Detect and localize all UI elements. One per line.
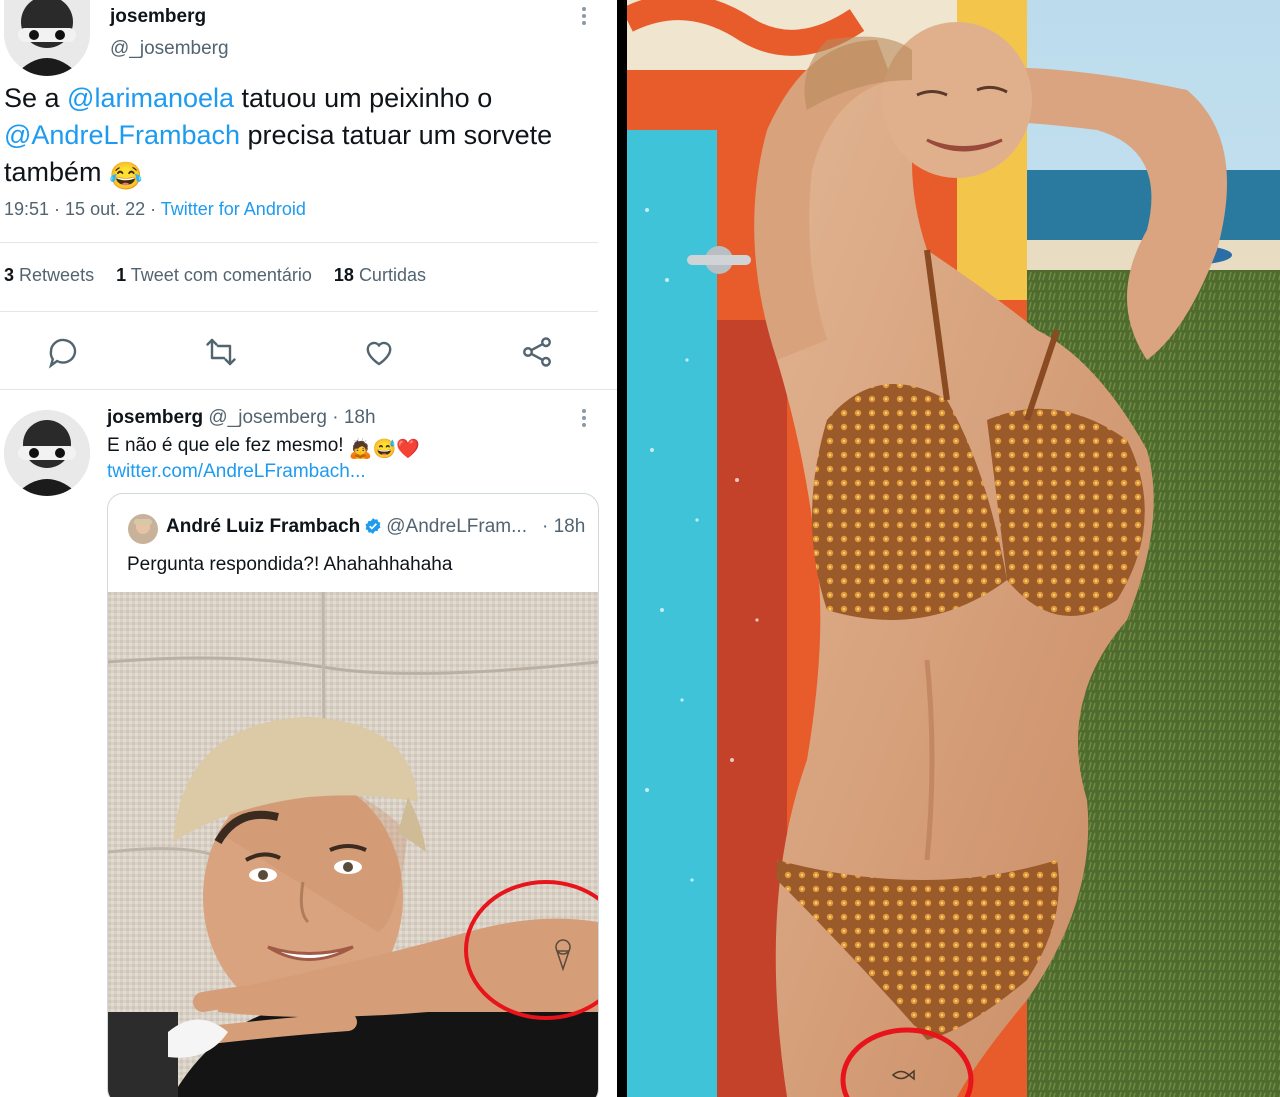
tweet-timestamp[interactable]: 19:51 · 15 out. 22 · — [4, 199, 161, 219]
more-icon[interactable] — [582, 4, 588, 28]
sweat-smile-emoji: 😅 — [372, 439, 397, 460]
verified-icon — [364, 517, 382, 541]
reply-author-avatar[interactable] — [4, 410, 90, 496]
beach-photo — [627, 0, 1280, 1097]
reply-icon[interactable] — [45, 334, 81, 370]
more-icon[interactable] — [582, 406, 588, 430]
author-handle[interactable]: @_josemberg — [110, 38, 229, 60]
quoted-tweet[interactable]: André Luiz Frambach @AndreLFram... · 18h … — [107, 493, 599, 1097]
divider — [0, 389, 617, 390]
quoted-text: Pergunta respondida?! Ahahahhahaha — [127, 554, 453, 575]
reply-age[interactable]: · 18h — [332, 407, 375, 428]
like-icon[interactable] — [361, 334, 397, 370]
tweet-source[interactable]: Twitter for Android — [161, 199, 306, 219]
red-heart-emoji: ❤️ — [396, 439, 420, 460]
author-avatar[interactable] — [4, 0, 90, 76]
retweet-icon[interactable] — [203, 334, 239, 370]
likes-stat[interactable]: 18 Curtidas — [334, 265, 426, 285]
tweet-meta: 19:51 · 15 out. 22 · Twitter for Android — [4, 199, 306, 220]
tears-of-joy-emoji: 😂 — [109, 161, 143, 191]
mention-link[interactable]: @larimanoela — [67, 83, 234, 113]
reply-header: josemberg @_josemberg · 18h — [107, 407, 376, 429]
mention-link[interactable]: @AndreLFrambach — [4, 120, 240, 150]
retweets-stat[interactable]: 3 Retweets — [4, 265, 94, 285]
tweet-panel: josemberg @_josemberg Se a @larimanoela … — [0, 0, 617, 1097]
quotes-stat[interactable]: 1 Tweet com comentário — [116, 265, 312, 285]
divider — [0, 242, 598, 243]
panel-divider — [617, 0, 627, 1097]
reply-text-content: E não é que ele fez mesmo! — [107, 435, 349, 456]
tweet-text: Se a @larimanoela tatuou um peixinho o @… — [4, 80, 604, 195]
quoted-author-handle[interactable]: @AndreLFram... — [386, 516, 527, 537]
quoted-author-name[interactable]: André Luiz Frambach — [166, 516, 360, 537]
reply-author-handle[interactable]: @_josemberg — [208, 407, 327, 428]
quoted-age[interactable]: · 18h — [542, 516, 585, 538]
bowing-emoji: 🙇 — [348, 439, 373, 460]
quoted-header: André Luiz Frambach @AndreLFram... — [166, 516, 527, 541]
tweet-text-segment: Se a — [4, 83, 68, 113]
reply-text: E não é que ele fez mesmo! 🙇😅❤️ — [107, 435, 420, 461]
author-name[interactable]: josemberg — [110, 6, 206, 28]
share-icon[interactable] — [519, 334, 555, 370]
tweet-text-segment: tatuou um peixinho o — [234, 83, 493, 113]
reply-author-name[interactable]: josemberg — [107, 407, 203, 428]
tweet-stats: 3 Retweets 1 Tweet com comentário 18 Cur… — [4, 265, 443, 286]
divider — [0, 311, 598, 312]
quoted-photo[interactable] — [108, 591, 598, 1097]
reply-link[interactable]: twitter.com/AndreLFrambach... — [107, 461, 366, 483]
quoted-author-avatar[interactable] — [128, 514, 158, 544]
